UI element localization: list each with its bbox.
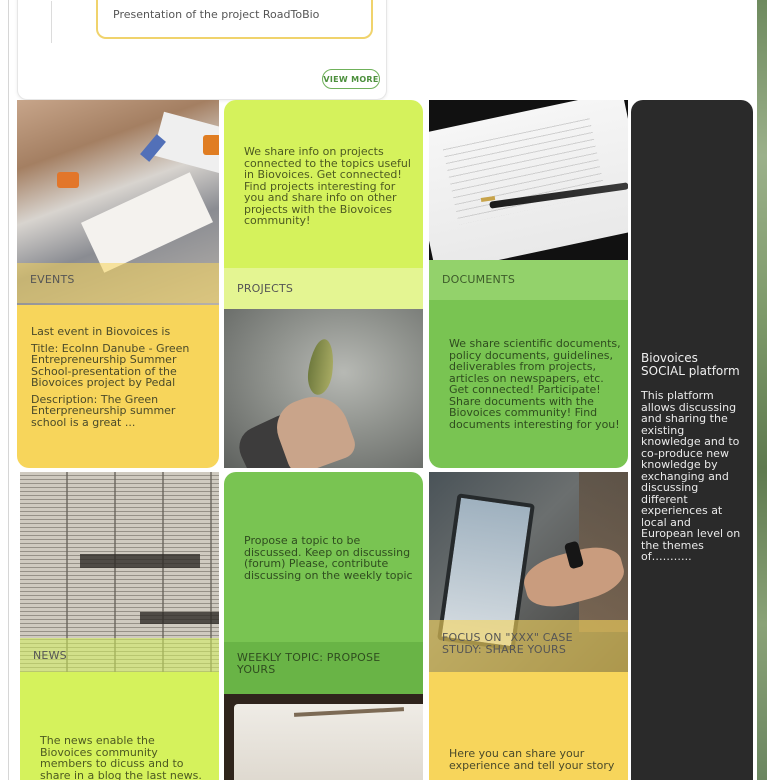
page-left-border (8, 0, 9, 780)
social-platform-tile[interactable]: Biovoices SOCIAL platform This platform … (631, 100, 753, 780)
projects-title: PROJECTS (224, 268, 423, 310)
projects-tile[interactable]: We share info on projects connected to t… (224, 100, 423, 468)
case-study-tile[interactable]: FOCUS ON "XXX" CASE STUDY: SHARE YOURS H… (429, 472, 628, 780)
weekly-topic-tile[interactable]: Propose a topic to be discussed. Keep on… (224, 472, 423, 780)
weekly-topic-photo (224, 694, 423, 780)
news-tile[interactable]: NEWS The news enable the Biovoices commu… (20, 472, 219, 780)
timeline-item[interactable]: Presentation of the project RoadToBio (96, 0, 373, 39)
documents-tile[interactable]: DOCUMENTS We share scientific documents,… (429, 100, 628, 468)
background-photo-strip (757, 0, 767, 780)
news-title: NEWS (20, 638, 219, 672)
documents-title: DOCUMENTS (429, 260, 628, 300)
events-line-2: Title: EcoInn Danube - Green Entrepreneu… (31, 341, 190, 389)
weekly-topic-title: WEEKLY TOPIC: PROPOSE YOURS (224, 642, 423, 694)
social-platform-title: Biovoices SOCIAL platform (641, 351, 740, 378)
weekly-topic-description: Propose a topic to be discussed. Keep on… (244, 534, 413, 582)
events-description: Last event in Biovoices is Title: EcoInn… (31, 326, 203, 433)
projects-photo (224, 309, 423, 468)
events-title: EVENTS (17, 263, 219, 303)
projects-description: We share info on projects connected to t… (244, 145, 411, 227)
social-platform-description: This platform allows discussing and shar… (641, 389, 741, 563)
documents-photo (429, 100, 628, 260)
page: Presentation of the project RoadToBio VI… (0, 0, 767, 780)
case-study-description: Here you can share your experience and t… (449, 747, 615, 772)
timeline-card: Presentation of the project RoadToBio VI… (17, 0, 387, 100)
timeline-line (51, 1, 52, 43)
events-tile[interactable]: EVENTS Last event in Biovoices is Title:… (17, 100, 219, 468)
news-description: The news enable the Biovoices community … (40, 734, 202, 780)
view-more-button[interactable]: VIEW MORE (322, 69, 380, 89)
documents-description: We share scientific documents, policy do… (449, 337, 621, 431)
case-study-title: FOCUS ON "XXX" CASE STUDY: SHARE YOURS (429, 620, 628, 672)
timeline-item-text: Presentation of the project RoadToBio (113, 8, 320, 21)
events-line-3: Description: The Green Enterpreneurship … (31, 392, 176, 429)
events-line-1: Last event in Biovoices is (31, 325, 171, 338)
